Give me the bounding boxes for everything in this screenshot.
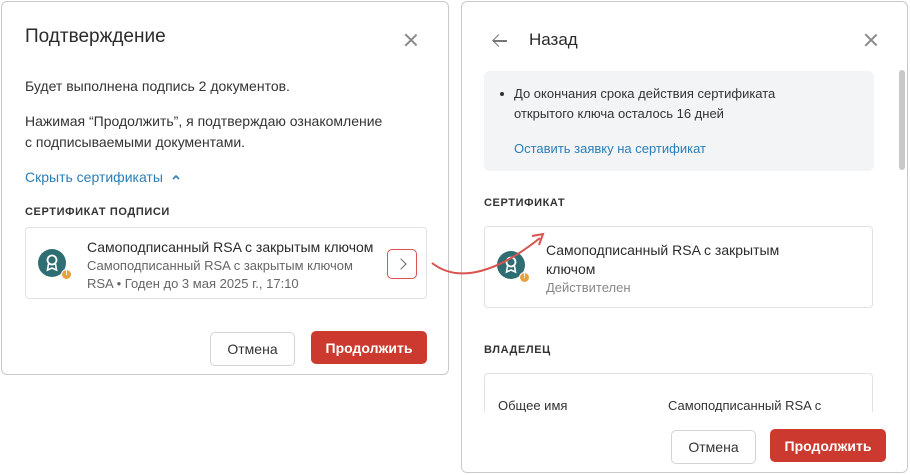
owner-heading: ВЛАДЕЛЕЦ (484, 344, 551, 356)
certificate-info-card: ! Самоподписанный RSA с закрытым ключом … (484, 226, 873, 308)
documents-count-text: Будет выполнена подпись 2 документов. (25, 78, 290, 94)
close-icon[interactable] (863, 32, 879, 48)
signature-certificate-heading: СЕРТИФИКАТ ПОДПИСИ (25, 206, 170, 218)
certificate-status: Действителен (546, 280, 631, 295)
back-title[interactable]: Назад (529, 30, 578, 50)
dialog-title: Подтверждение (25, 26, 166, 47)
warning-badge-icon: ! (519, 272, 530, 283)
consent-text-line1: Нажимая “Продолжить”, я подтверждаю озна… (25, 113, 383, 129)
continue-button[interactable]: Продолжить (770, 429, 886, 462)
certificate-heading: СЕРТИФИКАТ (484, 197, 566, 209)
dialog-footer: Отмена Продолжить (462, 412, 907, 472)
certificate-name-line1: Самоподписанный RSA с закрытым (546, 242, 780, 258)
certificate-details-button[interactable] (387, 249, 417, 279)
certificate-validity: RSA • Годен до 3 мая 2025 г., 17:10 (87, 276, 299, 291)
certificate-details-dialog: Назад До окончания срока действия сертиф… (461, 1, 908, 473)
expiry-notice-text1: До окончания срока действия сертификата (514, 86, 776, 101)
cancel-button[interactable]: Отмена (671, 430, 756, 464)
continue-button[interactable]: Продолжить (311, 331, 427, 364)
expiry-notice-text2: открытого ключа осталось 16 дней (514, 106, 724, 121)
bullet-dot (500, 92, 504, 96)
scrollbar-thumb[interactable] (899, 70, 905, 170)
confirmation-dialog: Подтверждение Будет выполнена подпись 2 … (1, 1, 449, 375)
certificate-card[interactable]: ! Самоподписанный RSA с закрытым ключом … (25, 227, 427, 299)
cancel-button[interactable]: Отмена (210, 332, 295, 366)
consent-text-line2: с подписываемыми документами. (25, 134, 246, 150)
back-arrow-icon[interactable] (492, 34, 508, 48)
expiry-notice: До окончания срока действия сертификата … (484, 71, 874, 171)
warning-badge-icon: ! (61, 269, 72, 280)
chevron-up-icon (172, 174, 180, 180)
request-certificate-link[interactable]: Оставить заявку на сертификат (514, 141, 706, 156)
hide-certificates-link[interactable]: Скрыть сертификаты (25, 169, 181, 185)
hide-certificates-label: Скрыть сертификаты (25, 169, 163, 185)
close-icon[interactable] (403, 32, 419, 48)
